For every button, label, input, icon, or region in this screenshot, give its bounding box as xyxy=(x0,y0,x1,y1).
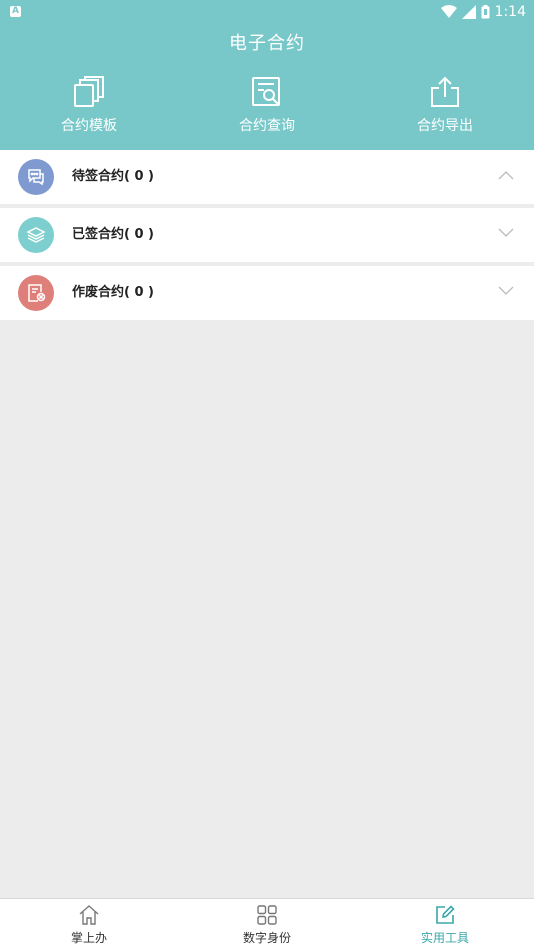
copy-icon xyxy=(74,76,104,107)
template-button[interactable]: 合约模板 xyxy=(29,75,149,139)
tab-digital-identity-label: 数字身份 xyxy=(242,931,291,945)
pending-label: 待签合约( 0 ) xyxy=(72,169,154,184)
battery-icon xyxy=(481,5,490,19)
notification-icon: A xyxy=(10,6,21,17)
pending-count: ( 0 ) xyxy=(124,169,154,184)
chevron-down-icon[interactable] xyxy=(498,228,514,238)
void-document-icon xyxy=(28,284,46,302)
chevron-up-icon[interactable] xyxy=(498,170,514,180)
void-label: 作废合约( 0 ) xyxy=(72,285,154,300)
pending-icon-circle xyxy=(18,159,54,195)
layers-icon xyxy=(26,227,46,243)
wifi-icon xyxy=(440,5,457,18)
signed-label: 已签合约( 0 ) xyxy=(72,227,154,242)
tab-digital-identity[interactable]: 数字身份 xyxy=(178,899,356,949)
page-title: 电子合约 xyxy=(229,33,305,54)
quick-actions: 合约模板 合约查询 合约导出 xyxy=(0,75,534,140)
query-button[interactable]: 合约查询 xyxy=(207,75,327,139)
app-header: A 1:14 电子合约 合约模板 合约查询 合约导出 xyxy=(0,0,534,150)
status-bar: A 1:14 xyxy=(0,0,534,24)
bottom-tab-bar: 掌上办 数字身份 实用工具 xyxy=(0,898,534,949)
section-pending[interactable]: 待签合约( 0 ) xyxy=(0,150,534,204)
section-void[interactable]: 作废合约( 0 ) xyxy=(0,266,534,320)
export-icon xyxy=(431,76,459,107)
tab-tools[interactable]: 实用工具 xyxy=(356,899,534,949)
tab-home-label: 掌上办 xyxy=(70,931,107,945)
status-icons: 1:14 xyxy=(440,3,526,21)
chat-icon xyxy=(28,169,44,186)
template-label: 合约模板 xyxy=(61,118,117,134)
signed-count: ( 0 ) xyxy=(124,227,154,242)
void-count: ( 0 ) xyxy=(124,285,154,300)
signed-icon-circle xyxy=(18,217,54,253)
export-label: 合约导出 xyxy=(417,118,473,134)
void-icon-circle xyxy=(18,275,54,311)
query-label: 合约查询 xyxy=(239,118,295,134)
tab-home[interactable]: 掌上办 xyxy=(0,899,178,949)
section-signed[interactable]: 已签合约( 0 ) xyxy=(0,208,534,262)
status-time: 1:14 xyxy=(494,4,526,20)
grid-icon xyxy=(257,905,277,925)
search-document-icon xyxy=(252,77,280,106)
tab-tools-label: 实用工具 xyxy=(420,931,469,945)
export-button[interactable]: 合约导出 xyxy=(385,75,505,139)
home-icon xyxy=(79,905,99,925)
edit-icon xyxy=(436,905,455,924)
signal-icon xyxy=(461,5,476,19)
chevron-down-icon[interactable] xyxy=(498,286,514,296)
